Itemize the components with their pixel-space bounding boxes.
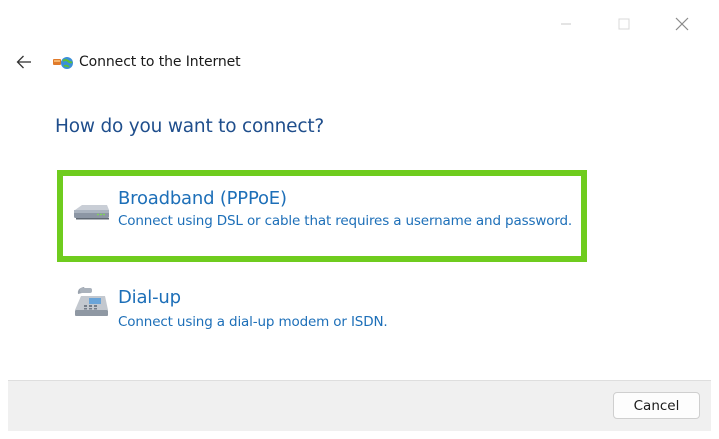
- dialog-footer: Cancel: [8, 380, 711, 431]
- minimize-icon: [560, 18, 572, 30]
- option-description: Connect using a dial-up modem or ISDN.: [118, 314, 388, 330]
- maximize-icon: [618, 18, 630, 30]
- cancel-button[interactable]: Cancel: [613, 392, 700, 419]
- close-icon: [675, 17, 689, 31]
- option-title: Broadband (PPPoE): [118, 188, 287, 209]
- window-bottom-edge: [0, 431, 719, 439]
- back-button[interactable]: [10, 50, 38, 76]
- minimize-button[interactable]: [543, 8, 589, 40]
- maximize-button[interactable]: [601, 8, 647, 40]
- close-button[interactable]: [659, 8, 705, 40]
- arrow-left-icon: [16, 54, 32, 73]
- option-dial-up[interactable]: Dial-up Connect using a dial-up modem or…: [60, 270, 584, 358]
- modem-icon: [72, 200, 110, 224]
- option-broadband-pppoe[interactable]: Broadband (PPPoE) Connect using DSL or c…: [57, 170, 587, 262]
- page-heading: How do you want to connect?: [55, 116, 325, 137]
- network-globe-icon: [52, 53, 74, 73]
- option-title: Dial-up: [118, 287, 181, 308]
- connect-to-internet-window: Connect to the Internet How do you want …: [0, 0, 719, 439]
- telephone-icon: [72, 284, 110, 320]
- window-title: Connect to the Internet: [79, 54, 241, 70]
- option-description: Connect using DSL or cable that requires…: [118, 213, 573, 229]
